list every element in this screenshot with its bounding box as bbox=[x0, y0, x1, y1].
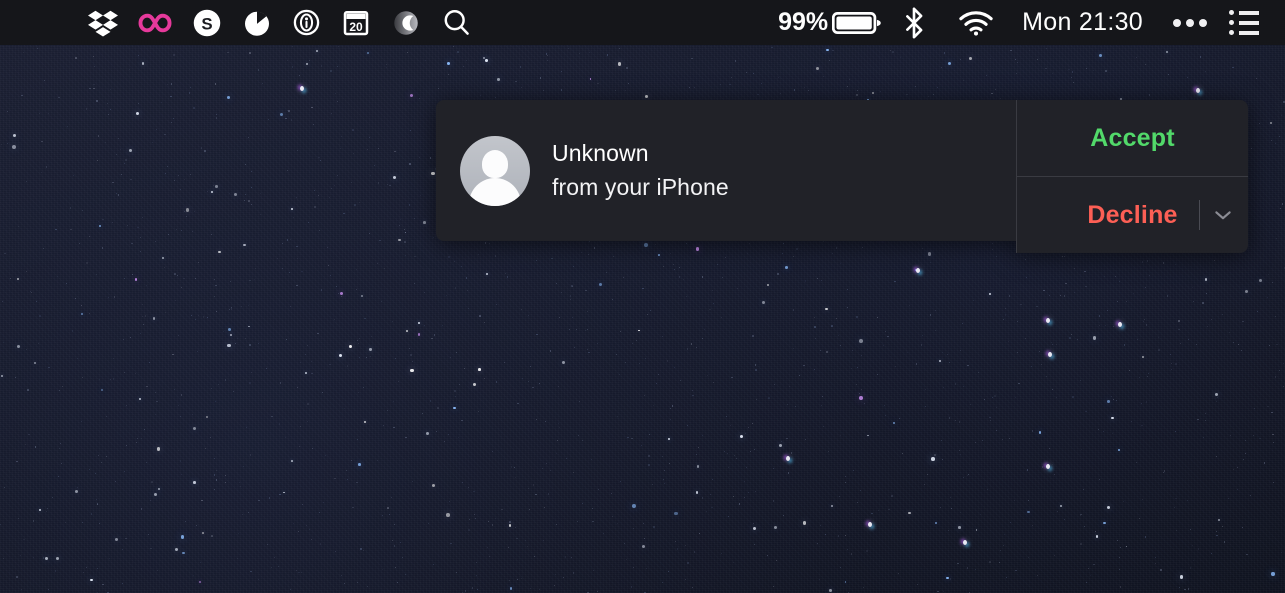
menu-bar-status-items-right: 99% Mon 21:30 bbox=[768, 0, 1285, 45]
default-contact-avatar bbox=[460, 135, 530, 206]
notification-center-icon[interactable] bbox=[1221, 0, 1269, 45]
accept-button-label: Accept bbox=[1090, 123, 1175, 152]
menu-bar-clock[interactable]: Mon 21:30 bbox=[1010, 8, 1159, 37]
notification-title: Unknown bbox=[552, 140, 649, 167]
search-icon[interactable] bbox=[431, 0, 482, 45]
starfield-layer-secondary bbox=[0, 0, 1285, 593]
wallpaper-grain bbox=[0, 0, 1285, 593]
incoming-call-notification[interactable]: Unknown from your iPhone Accept Decline bbox=[436, 100, 1248, 253]
do-not-disturb-icon[interactable] bbox=[381, 0, 431, 45]
svg-text:S: S bbox=[201, 14, 212, 33]
calendar-icon[interactable]: 20 bbox=[331, 0, 381, 45]
decline-button-label: Decline bbox=[1087, 200, 1178, 229]
chevron-down-icon[interactable] bbox=[1212, 204, 1234, 226]
desktop: S 20 99% Mon 21:30 Unknown from your iPh… bbox=[0, 0, 1285, 593]
wifi-icon[interactable] bbox=[942, 0, 1010, 45]
accept-button[interactable]: Accept bbox=[1017, 100, 1248, 177]
starfield-layer-primary bbox=[0, 0, 1285, 593]
skype-icon[interactable]: S bbox=[182, 0, 232, 45]
battery-icon bbox=[832, 11, 881, 34]
calendar-day-label: 20 bbox=[349, 19, 363, 33]
menu-bar: S 20 99% Mon 21:30 bbox=[0, 0, 1285, 45]
overflow-menu-icon[interactable] bbox=[1159, 0, 1221, 45]
info-circle-icon[interactable] bbox=[282, 0, 331, 45]
battery-percent-label: 99% bbox=[778, 8, 829, 36]
decline-divider bbox=[1199, 200, 1200, 230]
notification-text-block: Unknown from your iPhone bbox=[552, 139, 729, 202]
notification-actions: Accept Decline bbox=[1016, 100, 1248, 253]
infinity-icon[interactable] bbox=[128, 0, 182, 45]
menu-bar-status-items-left: S 20 bbox=[0, 0, 482, 45]
decline-button[interactable]: Decline bbox=[1017, 177, 1248, 253]
notification-subtitle: from your iPhone bbox=[552, 173, 729, 200]
bluetooth-icon[interactable] bbox=[886, 0, 942, 45]
battery-status[interactable]: 99% bbox=[768, 0, 886, 45]
dropbox-icon[interactable] bbox=[78, 0, 128, 45]
notification-content[interactable]: Unknown from your iPhone bbox=[436, 100, 1016, 241]
timer-icon[interactable] bbox=[232, 0, 282, 45]
